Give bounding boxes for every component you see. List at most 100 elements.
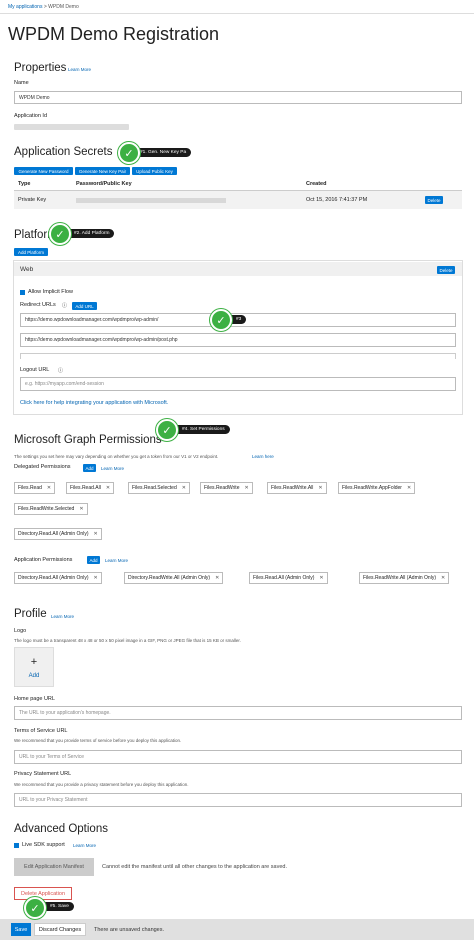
tos-url-desc: We recommend that you provide terms of s… bbox=[14, 738, 182, 743]
plus-icon: + bbox=[30, 656, 38, 668]
delegated-perm-0[interactable]: Files.Read ✕ bbox=[14, 482, 56, 494]
perm-label: Files.Read.Selected bbox=[132, 485, 177, 491]
graph-desc: The settings you set here may vary depen… bbox=[14, 454, 219, 459]
delegated-learn-more[interactable]: Learn More bbox=[101, 466, 124, 471]
perm-label: Files.Read bbox=[18, 485, 42, 491]
application-add-button[interactable]: Add bbox=[87, 556, 100, 564]
profile-learn-more[interactable]: Learn More bbox=[51, 614, 74, 619]
callout-4-label: #4. Set Permissions bbox=[172, 425, 230, 434]
callout-3-check-icon: ✓ bbox=[210, 309, 232, 331]
logout-url-label: Logout URL bbox=[20, 367, 50, 373]
live-sdk-checkbox[interactable] bbox=[14, 843, 19, 848]
edit-manifest-button[interactable]: Edit Application Manifest bbox=[14, 858, 94, 876]
col-type: Type bbox=[18, 181, 31, 187]
secret-row-type: Private Key bbox=[18, 197, 47, 203]
perm-label: Files.ReadWrite.All (Admin Only) bbox=[363, 575, 436, 581]
properties-title: Properties bbox=[14, 62, 67, 74]
properties-learn-more[interactable]: Learn More bbox=[68, 67, 91, 72]
delegated-perm-6[interactable]: Files.ReadWrite.Selected ✕ bbox=[14, 503, 88, 515]
tos-url-input[interactable]: URL to your Terms of Service bbox=[14, 750, 462, 764]
perm-label: Files.ReadWrite.All bbox=[271, 485, 314, 491]
name-input[interactable]: WPDM Demo bbox=[14, 91, 462, 104]
delegated-perm-4[interactable]: Files.ReadWrite.All ✕ bbox=[267, 482, 327, 494]
perm-label: Files.ReadWrite.AppFolder bbox=[342, 485, 402, 491]
callout-2-label: #2. Add Platform bbox=[64, 229, 115, 238]
add-platform-button[interactable]: Add Platform bbox=[14, 248, 48, 256]
remove-icon[interactable]: ✕ bbox=[244, 485, 248, 491]
web-platform-header bbox=[14, 262, 462, 276]
graph-title: Microsoft Graph Permissions bbox=[14, 434, 162, 446]
breadcrumb-separator: > bbox=[43, 4, 47, 10]
app-id-value-redacted bbox=[14, 124, 129, 130]
upload-public-key-button[interactable]: Upload Public Key bbox=[132, 167, 177, 175]
web-platform-title: Web bbox=[20, 266, 34, 273]
delegated-label: Delegated Permissions bbox=[14, 464, 71, 470]
application-perm-3[interactable]: Files.ReadWrite.All (Admin Only) ✕ bbox=[359, 572, 450, 584]
save-button[interactable]: Save bbox=[11, 923, 31, 936]
logo-upload[interactable]: + Add bbox=[14, 647, 54, 687]
delegated-perm-7[interactable]: Directory.Read.All (Admin Only) ✕ bbox=[14, 528, 102, 540]
callout-4-check-icon: ✓ bbox=[156, 419, 178, 441]
home-url-input[interactable]: The URL to your application's homepage. bbox=[14, 706, 462, 720]
breadcrumb-my-applications[interactable]: My applications bbox=[8, 4, 42, 10]
secret-row: Private Key Oct 15, 2016 7:41:37 PM Dele… bbox=[14, 191, 462, 209]
secrets-title: Application Secrets bbox=[14, 146, 113, 158]
remove-icon[interactable]: ✕ bbox=[47, 485, 51, 491]
delegated-perm-5[interactable]: Files.ReadWrite.AppFolder ✕ bbox=[338, 482, 416, 494]
remove-icon[interactable]: ✕ bbox=[441, 575, 445, 581]
secret-row-created: Oct 15, 2016 7:41:37 PM bbox=[306, 197, 368, 203]
callout-1-check-icon: ✓ bbox=[118, 142, 140, 164]
graph-learn-here[interactable]: Learn here bbox=[252, 454, 274, 459]
remove-icon[interactable]: ✕ bbox=[319, 575, 323, 581]
secret-row-key-redacted bbox=[76, 198, 226, 203]
add-url-button[interactable]: Add URL bbox=[72, 302, 97, 310]
application-learn-more[interactable]: Learn More bbox=[105, 558, 128, 563]
delegated-perm-2[interactable]: Files.Read.Selected ✕ bbox=[128, 482, 190, 494]
live-sdk-learn-more[interactable]: Learn More bbox=[73, 843, 96, 848]
perm-label: Files.Read.All bbox=[70, 485, 101, 491]
remove-icon[interactable]: ✕ bbox=[182, 485, 186, 491]
delegated-perm-1[interactable]: Files.Read.All ✕ bbox=[66, 482, 115, 494]
breadcrumb-current: WPDM Demo bbox=[48, 4, 79, 10]
perm-label: Directory.ReadWrite.All (Admin Only) bbox=[128, 575, 211, 581]
callout-2-check-icon: ✓ bbox=[49, 223, 71, 245]
remove-icon[interactable]: ✕ bbox=[407, 485, 411, 491]
generate-password-button[interactable]: Generate New Password bbox=[14, 167, 73, 175]
generate-key-pair-button[interactable]: Generate New Key Pair bbox=[75, 167, 130, 175]
remove-icon[interactable]: ✕ bbox=[93, 575, 97, 581]
live-sdk-label: Live SDK support bbox=[22, 842, 65, 848]
logo-desc: The logo must be a transparent 48 x 48 o… bbox=[14, 638, 241, 643]
application-perm-2[interactable]: Files.Read.All (Admin Only) ✕ bbox=[249, 572, 328, 584]
remove-icon[interactable]: ✕ bbox=[106, 485, 110, 491]
application-perm-0[interactable]: Directory.Read.All (Admin Only) ✕ bbox=[14, 572, 102, 584]
secret-delete-button[interactable]: Delete bbox=[425, 196, 443, 204]
delete-application-button[interactable]: Delete Application bbox=[14, 887, 72, 900]
name-label: Name bbox=[14, 80, 29, 86]
home-url-label: Home page URL bbox=[14, 696, 55, 702]
info-icon: ⓘ bbox=[62, 303, 68, 309]
logo-label: Logo bbox=[14, 628, 27, 634]
breadcrumb-divider bbox=[0, 13, 474, 14]
web-delete-button[interactable]: Delete bbox=[437, 266, 455, 274]
logout-url-input[interactable]: e.g. https://myapp.com/end-session bbox=[20, 377, 456, 391]
delegated-add-button[interactable]: Add bbox=[83, 464, 96, 472]
profile-title: Profile bbox=[14, 608, 47, 620]
breadcrumb: My applications > WPDM Demo bbox=[8, 4, 79, 10]
integration-help-link[interactable]: Click here for help integrating your app… bbox=[20, 400, 168, 406]
redirect-url-input-2[interactable]: https://demo.wpdownloadmanager.com/wpdmp… bbox=[20, 333, 456, 347]
redirect-urls-label: Redirect URLs bbox=[20, 302, 56, 308]
remove-icon[interactable]: ✕ bbox=[93, 531, 97, 537]
privacy-url-desc: We recommend that you provide a privacy … bbox=[14, 782, 189, 787]
remove-icon[interactable]: ✕ bbox=[215, 575, 219, 581]
remove-icon[interactable]: ✕ bbox=[318, 485, 322, 491]
delegated-perm-3[interactable]: Files.ReadWrite ✕ bbox=[200, 482, 253, 494]
implicit-flow-checkbox[interactable] bbox=[20, 290, 25, 295]
privacy-url-input[interactable]: URL to your Privacy Statement bbox=[14, 793, 462, 807]
perm-label: Files.ReadWrite bbox=[204, 485, 240, 491]
perm-label: Directory.Read.All (Admin Only) bbox=[18, 531, 89, 537]
remove-icon[interactable]: ✕ bbox=[79, 506, 83, 512]
redirect-url-input-3[interactable] bbox=[20, 353, 456, 359]
discard-changes-button[interactable]: Discard Changes bbox=[34, 923, 86, 936]
application-perm-1[interactable]: Directory.ReadWrite.All (Admin Only) ✕ bbox=[124, 572, 224, 584]
tos-url-label: Terms of Service URL bbox=[14, 728, 68, 734]
